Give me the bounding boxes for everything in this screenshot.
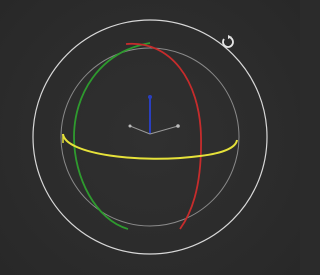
rotate-gizmo[interactable]	[0, 0, 300, 275]
rotate-reset-icon[interactable]	[220, 33, 236, 49]
screen-rotation-ring[interactable]	[32, 19, 268, 255]
center-axis-right-dot	[176, 124, 180, 128]
y-axis-ring[interactable]	[73, 42, 151, 230]
center-axis-left-dot	[128, 124, 132, 128]
z-axis-ring[interactable]	[62, 133, 238, 160]
center-axis-left	[129, 125, 151, 135]
trackball-ring[interactable]	[60, 47, 240, 227]
center-z-dot	[148, 95, 152, 99]
3d-viewport[interactable]	[0, 0, 300, 275]
center-axis-right	[149, 125, 179, 135]
x-axis-ring[interactable]	[125, 42, 202, 230]
